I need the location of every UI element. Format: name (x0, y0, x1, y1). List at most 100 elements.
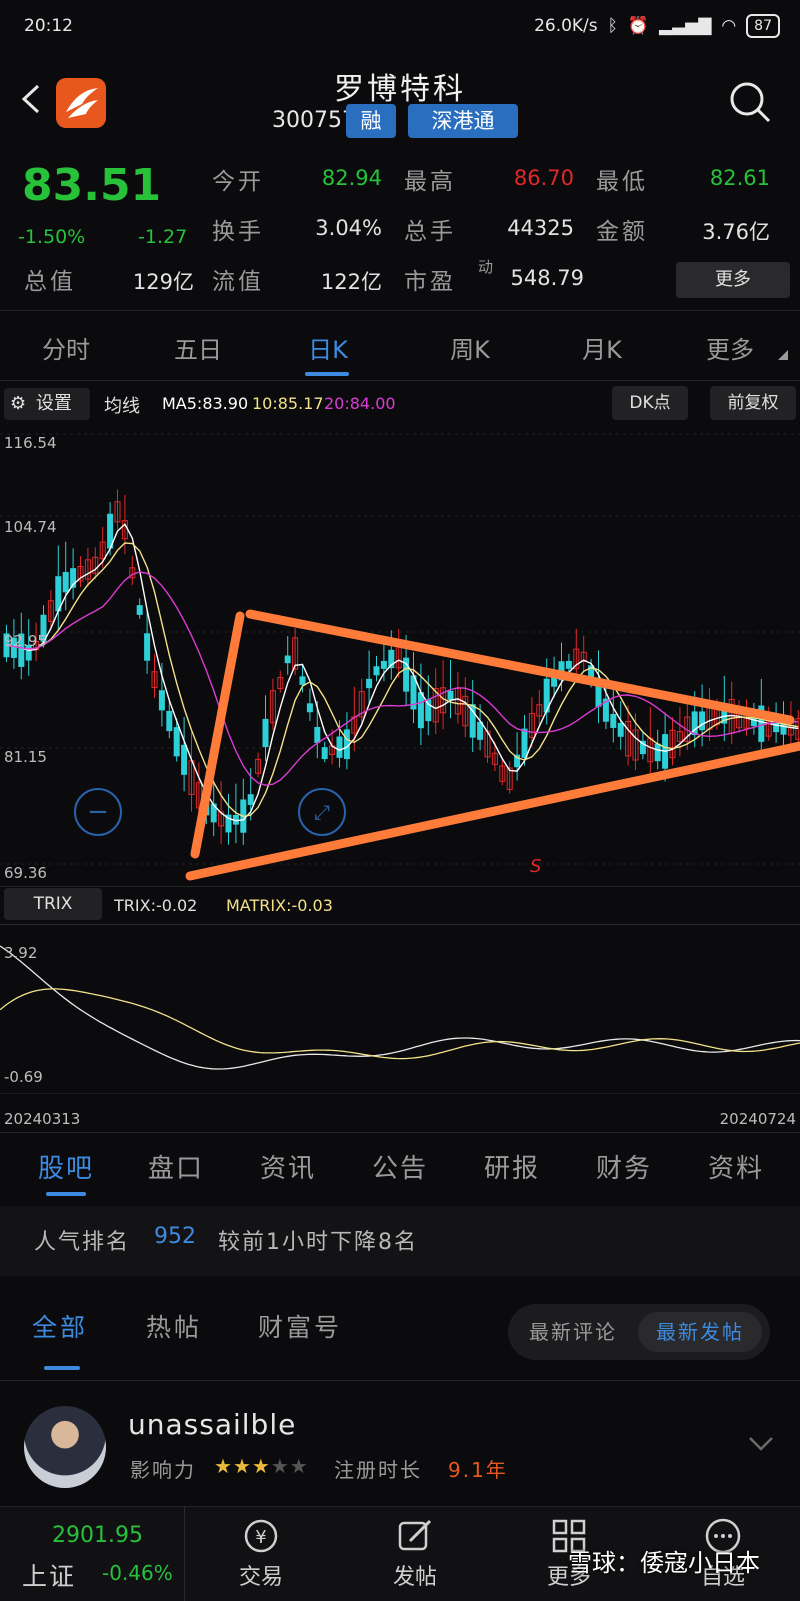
trix-chart[interactable] (0, 924, 800, 1094)
tab-daily-k[interactable]: 日K (278, 330, 378, 365)
tab-weekly-k[interactable]: 周K (420, 330, 520, 365)
trend-line-drawing[interactable] (245, 609, 795, 725)
y-axis-label: 81.15 (4, 748, 47, 766)
y-axis-label: 104.74 (4, 518, 57, 536)
dk-point-button[interactable]: DK点 (612, 386, 688, 420)
divider (0, 1132, 800, 1133)
candle (55, 576, 62, 612)
gear-icon: ⚙ (10, 393, 27, 414)
bottom-navigation: 2901.95 上证 -0.46% ¥ 交易 发帖 更多 自选 雪球：倭寇小日本 (0, 1506, 800, 1601)
quote-value: 3.76亿 (702, 220, 770, 244)
current-price: 83.51 (22, 160, 162, 211)
battery-icon: 87 (746, 14, 780, 38)
divider (0, 310, 800, 311)
yen-refresh-icon: ¥ (244, 1519, 278, 1553)
nav-trade[interactable]: ¥ 交易 (196, 1507, 326, 1601)
signal-icon: ▂▃▅▇ (659, 16, 712, 36)
tab-finance[interactable]: 财务 (596, 1148, 652, 1185)
tab-all[interactable]: 全部 (32, 1308, 88, 1344)
trix-y-top: 3.92 (4, 944, 38, 962)
active-tab-underline (44, 1366, 80, 1370)
tab-announcement[interactable]: 公告 (372, 1148, 428, 1185)
y-axis-label: 116.54 (4, 434, 57, 452)
tab-profile[interactable]: 资料 (708, 1148, 764, 1185)
connect-tag[interactable]: 深港通 (408, 104, 518, 138)
trix-indicator-button[interactable]: TRIX (4, 888, 102, 920)
trix-line (0, 945, 800, 1070)
candle (136, 605, 143, 615)
change-amount: -1.27 (138, 226, 188, 248)
quote-label: 市盈 (404, 269, 456, 295)
network-speed: 26.0K/s (534, 16, 598, 36)
stock-header: 罗博特科 300757 融 深港通 (0, 56, 800, 146)
svg-text:¥: ¥ (255, 1527, 266, 1548)
rank-prefix: 人气排名 (34, 1230, 131, 1255)
chevron-down-icon[interactable] (748, 1436, 774, 1452)
divider (0, 886, 800, 887)
status-bar: 20:12 26.0K/s ᛒ ⏰ ▂▃▅▇ ◠ 87 (0, 0, 800, 56)
bluetooth-icon: ᛒ (607, 16, 618, 36)
candle (314, 726, 321, 743)
rank-change: 较前1小时下降8名 (218, 1230, 418, 1255)
candle (699, 711, 706, 731)
chart-settings-button[interactable]: ⚙ 设置 (4, 388, 90, 420)
status-icons: 26.0K/s ᛒ ⏰ ▂▃▅▇ ◠ 87 (534, 14, 780, 38)
index-name: 上证 (22, 1562, 77, 1591)
adjust-button[interactable]: 前复权 (710, 386, 796, 420)
candle (617, 722, 624, 737)
tab-fortune[interactable]: 财富号 (258, 1308, 342, 1344)
quote-value: 86.70 (513, 166, 574, 190)
sort-latest-post[interactable]: 最新发帖 (638, 1312, 762, 1352)
tab-guba[interactable]: 股吧 (38, 1148, 94, 1185)
popularity-bar[interactable]: 人气排名 952 较前1小时下降8名 (0, 1206, 800, 1276)
index-ticker[interactable]: 2901.95 上证 -0.46% (0, 1507, 185, 1601)
more-quote-button[interactable]: 更多 (676, 262, 790, 298)
candle (380, 660, 387, 669)
quote-value: 82.61 (709, 166, 770, 190)
candle (306, 703, 313, 713)
candle (477, 721, 484, 740)
candle (565, 660, 572, 669)
tab-more-indicator-icon (778, 350, 788, 360)
candle (144, 633, 151, 661)
influence-label: 影响力 (130, 1458, 196, 1482)
expand-icon[interactable]: ⤢ (298, 788, 346, 836)
index-change: -0.46% (102, 1561, 173, 1585)
trix-value: TRIX:-0.02 (114, 896, 198, 915)
candle (373, 666, 380, 676)
candle (247, 794, 254, 805)
margin-tag[interactable]: 融 (346, 104, 396, 138)
avatar[interactable] (24, 1406, 106, 1488)
sort-segment: 最新评论 最新发帖 (508, 1304, 770, 1360)
star-filled-icon: ★ (214, 1454, 233, 1478)
y-axis-label: 92.95 (4, 632, 47, 650)
nav-post[interactable]: 发帖 (350, 1507, 480, 1601)
tab-pankou[interactable]: 盘口 (148, 1148, 204, 1185)
candle (417, 692, 424, 729)
tab-more[interactable]: 更多 (680, 330, 780, 365)
status-time: 20:12 (24, 16, 73, 36)
tab-five-day[interactable]: 五日 (148, 330, 248, 365)
registration-value: 9.1年 (448, 1458, 508, 1482)
alarm-icon: ⏰ (627, 16, 650, 36)
divider (0, 1380, 800, 1381)
candle (166, 710, 173, 732)
candle (284, 655, 291, 664)
date-end: 20240724 (719, 1110, 796, 1128)
candle (62, 572, 69, 593)
active-tab-underline (305, 372, 349, 376)
search-icon[interactable] (728, 80, 772, 124)
y-axis-label: 69.36 (4, 864, 47, 882)
tab-news[interactable]: 资讯 (260, 1148, 316, 1185)
tab-hot[interactable]: 热帖 (146, 1308, 202, 1344)
quote-value: 122亿 (320, 270, 382, 294)
tab-intraday[interactable]: 分时 (16, 330, 116, 365)
tab-monthly-k[interactable]: 月K (552, 330, 652, 365)
quote-value: 44325 (507, 216, 574, 240)
tab-research[interactable]: 研报 (484, 1148, 540, 1185)
post-username[interactable]: unassailble (128, 1408, 296, 1441)
zoom-out-icon[interactable]: − (74, 788, 122, 836)
candle (336, 736, 343, 758)
sort-latest-comment[interactable]: 最新评论 (514, 1312, 632, 1352)
candle (321, 747, 328, 760)
